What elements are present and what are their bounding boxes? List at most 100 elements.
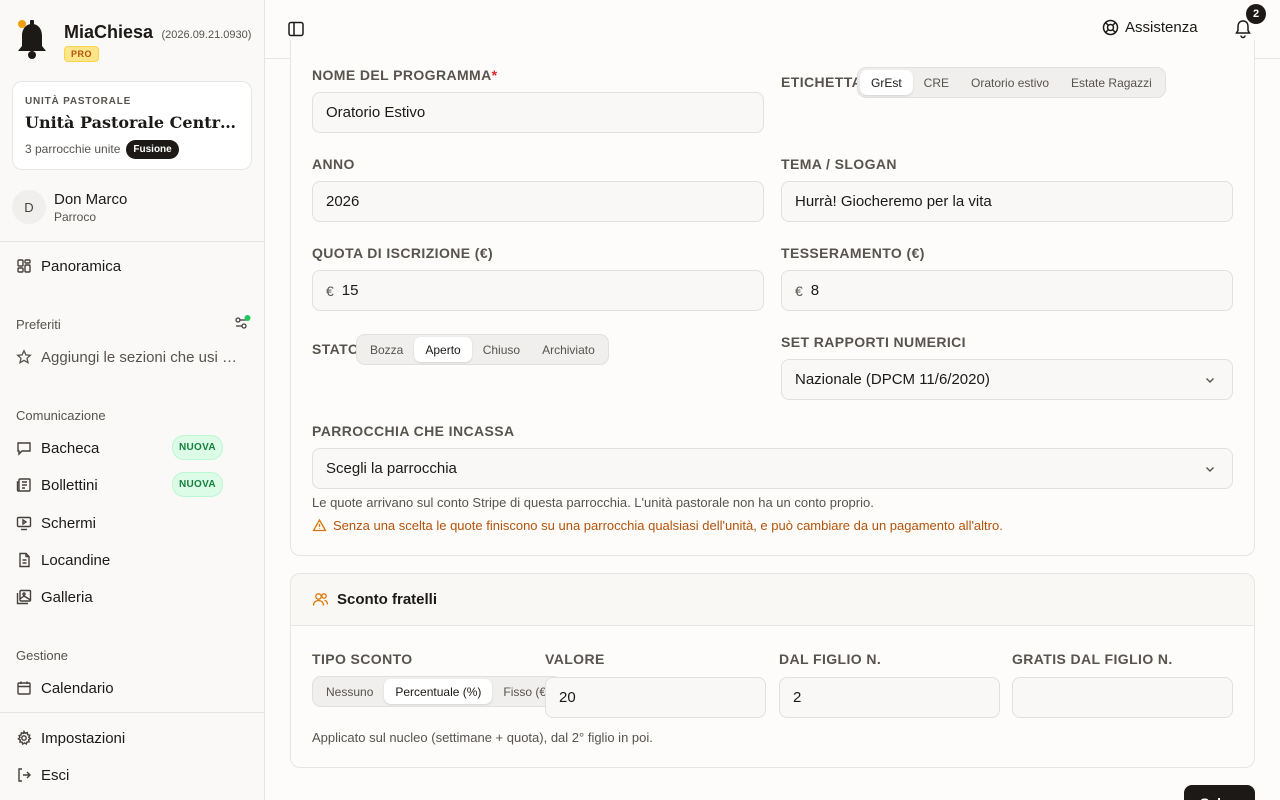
sidebar-item-label: Panoramica	[41, 257, 122, 275]
users-icon	[312, 593, 329, 606]
gallery-icon	[16, 589, 32, 605]
assistance-label: Assistenza	[1125, 19, 1198, 36]
fusion-badge: Fusione	[126, 140, 179, 159]
tag-option[interactable]: Oratorio estivo	[960, 70, 1060, 95]
sibling-discount-header: Sconto fratelli	[291, 574, 1254, 626]
logout-icon	[16, 767, 32, 783]
pastoral-unit-card[interactable]: UNITÀ PASTORALE Unità Pastorale Centro S…	[12, 81, 252, 170]
state-option[interactable]: Chiuso	[472, 337, 531, 362]
screen-icon	[16, 515, 32, 531]
parish-warning-text: Senza una scelta le quote finiscono su u…	[333, 518, 1003, 533]
discount-type-option[interactable]: Percentuale (%)	[384, 679, 493, 704]
tag-option[interactable]: Estate Ragazzi	[1060, 70, 1163, 95]
discount-type-label: TIPO SCONTO	[312, 651, 413, 667]
currency-symbol: €	[795, 282, 803, 299]
divider	[0, 241, 265, 242]
sidebar-item-esci[interactable]: Esci	[16, 762, 248, 788]
calendar-icon	[16, 680, 32, 696]
sidebar-item-locandine[interactable]: Locandine	[16, 547, 248, 573]
parish-value: Scegli la parrocchia	[326, 460, 457, 477]
from-child-label: DAL FIGLIO N.	[779, 651, 882, 667]
discount-help-text: Applicato sul nucleo (settimane + quota)…	[312, 730, 653, 745]
assistance-button[interactable]: Assistenza	[1102, 19, 1198, 36]
tag-option[interactable]: GrEst	[860, 70, 913, 95]
theme-input[interactable]: Hurrà! Giocheremo per la vita	[781, 181, 1233, 222]
theme-label: TEMA / SLOGAN	[781, 156, 897, 172]
discount-value-input[interactable]: 20	[545, 677, 766, 718]
state-option[interactable]: Aperto	[414, 337, 472, 362]
membership-input[interactable]: € 8	[781, 270, 1233, 311]
customize-favorites-icon[interactable]	[233, 314, 251, 332]
state-option[interactable]: Bozza	[359, 337, 414, 362]
star-icon	[16, 349, 32, 365]
message-icon	[16, 440, 32, 456]
sidebar-item-label: Galleria	[41, 588, 93, 606]
parish-label: PARROCCHIA CHE INCASSA	[312, 423, 515, 439]
program-name-input[interactable]: Oratorio Estivo	[312, 92, 764, 133]
sidebar-item-schermi[interactable]: Schermi	[16, 510, 248, 536]
from-child-input[interactable]: 2	[779, 677, 1000, 718]
sidebar-item-label: Schermi	[41, 514, 97, 532]
sidebar-item-add-favorites[interactable]: Aggiungi le sezioni che usi di più	[16, 344, 248, 370]
state-option[interactable]: Archiviato	[531, 337, 606, 362]
user-name: Don Marco	[54, 190, 128, 208]
sidebar-item-calendario[interactable]: Calendario	[16, 675, 248, 701]
ratio-value: Nazionale (DPCM 11/6/2020)	[795, 371, 990, 388]
sidebar-item-galleria[interactable]: Galleria	[16, 584, 248, 610]
discount-value-label: VALORE	[545, 651, 605, 667]
sibling-discount-title: Sconto fratelli	[337, 591, 438, 608]
sidebar-item-label: Impostazioni	[41, 729, 126, 747]
app-version: (2026.09.21.0930)	[161, 29, 252, 41]
sidebar-item-label: Esci	[41, 766, 70, 784]
state-label: STATO	[312, 341, 360, 357]
pastoral-unit-label: UNITÀ PASTORALE	[25, 96, 132, 107]
state-segmented: Bozza Aperto Chiuso Archiviato	[356, 334, 609, 365]
avatar: D	[12, 190, 46, 224]
program-name-label: NOME DEL PROGRAMMA*	[312, 67, 498, 83]
file-icon	[16, 552, 32, 568]
fee-input[interactable]: € 15	[312, 270, 764, 311]
communication-section-title: Comunicazione	[16, 408, 106, 423]
parish-select[interactable]: Scegli la parrocchia	[312, 448, 1233, 489]
app-name: MiaChiesa	[64, 22, 154, 42]
dashboard-icon	[16, 258, 32, 274]
sidebar-item-bollettini[interactable]: Bollettini NUOVA	[16, 472, 248, 498]
sidebar-item-impostazioni[interactable]: Impostazioni	[16, 725, 248, 751]
warning-icon	[312, 518, 327, 532]
discount-type-segmented: Nessuno Percentuale (%) Fisso (€)	[312, 676, 562, 707]
newspaper-icon	[16, 477, 32, 493]
discount-type-option[interactable]: Nessuno	[315, 679, 384, 704]
new-badge: NUOVA	[172, 435, 223, 460]
chevron-down-icon	[1206, 467, 1214, 472]
user-profile[interactable]: D Don Marco Parroco	[12, 190, 127, 224]
sidebar-item-label: Bollettini	[41, 476, 98, 494]
parishes-count: 3 parrocchie unite	[25, 142, 121, 156]
user-role: Parroco	[54, 209, 97, 224]
divider	[0, 712, 265, 713]
sidebar-item-panoramica[interactable]: Panoramica	[16, 253, 248, 279]
sidebar-toggle-icon[interactable]	[287, 20, 305, 38]
new-badge: NUOVA	[172, 472, 223, 497]
save-button[interactable]: Salva	[1184, 785, 1255, 800]
notifications-count-badge: 2	[1246, 4, 1266, 24]
free-from-child-input[interactable]	[1012, 677, 1233, 718]
gear-icon	[16, 730, 32, 746]
ratio-select[interactable]: Nazionale (DPCM 11/6/2020)	[781, 359, 1233, 400]
management-section-title: Gestione	[16, 648, 69, 663]
brand[interactable]: MiaChiesa (2026.09.21.0930) PRO	[16, 18, 251, 62]
fee-label: QUOTA DI ISCRIZIONE (€)	[312, 245, 494, 261]
ratio-label: SET RAPPORTI NUMERICI	[781, 334, 966, 350]
membership-label: TESSERAMENTO (€)	[781, 245, 925, 261]
parish-help-text: Le quote arrivano sul conto Stripe di qu…	[312, 495, 874, 510]
sidebar-item-bacheca[interactable]: Bacheca NUOVA	[16, 435, 248, 461]
tag-label: ETICHETTA	[781, 74, 863, 90]
membership-value: 8	[810, 282, 820, 299]
pastoral-unit-name: Unità Pastorale Centro Storico	[25, 113, 245, 132]
sidebar-item-label: Aggiungi le sezioni che usi di più	[41, 348, 241, 366]
sidebar-item-label: Locandine	[41, 551, 111, 569]
tag-option[interactable]: CRE	[913, 70, 960, 95]
parish-warning: Senza una scelta le quote finiscono su u…	[312, 518, 1003, 533]
year-input[interactable]: 2026	[312, 181, 764, 222]
fee-value: 15	[341, 282, 359, 299]
tag-segmented: GrEst CRE Oratorio estivo Estate Ragazzi	[857, 67, 1166, 98]
